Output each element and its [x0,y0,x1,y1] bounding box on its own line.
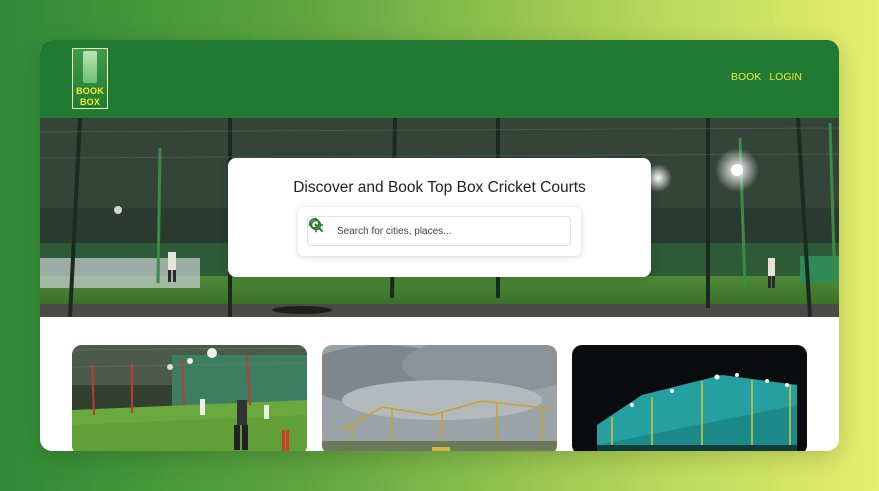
logo-floodlight-graphic [83,51,97,83]
nav-book-link[interactable]: BOOK [731,71,761,83]
crosshair-locate-icon[interactable] [308,217,324,233]
search-box [298,207,581,256]
court-card[interactable] [72,345,307,451]
nav-links: BOOK LOGIN [731,71,802,83]
app-window: BOOK BOX BOOK LOGIN Discover and Book To… [40,40,839,451]
court-cards-grid [72,345,807,451]
nav-login-link[interactable]: LOGIN [769,71,802,83]
hero-banner: Discover and Book Top Box Cricket Courts [40,118,839,317]
court-card[interactable] [322,345,557,451]
court-card-image [322,345,557,451]
navbar: BOOK BOX BOOK LOGIN [40,40,839,118]
court-card-image [72,345,307,451]
court-card[interactable] [572,345,807,451]
court-card-image [572,345,807,451]
brand-logo[interactable]: BOOK BOX [72,48,108,109]
search-card: Discover and Book Top Box Cricket Courts [228,158,651,277]
logo-text-line2: BOX [79,97,101,107]
logo-text-line1: BOOK [76,86,104,96]
hero-headline: Discover and Book Top Box Cricket Courts [293,179,586,196]
search-field-wrapper[interactable] [307,216,571,246]
search-input[interactable] [337,221,537,241]
